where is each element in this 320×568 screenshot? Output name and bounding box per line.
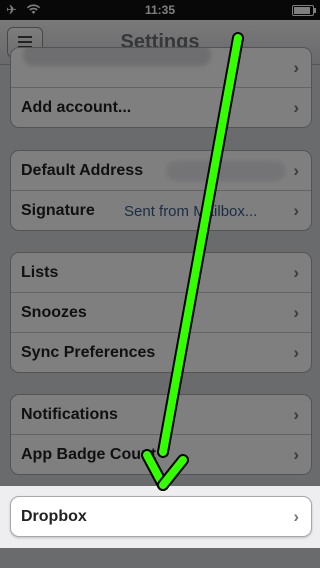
add-account-row[interactable]: Add account... › (11, 87, 311, 127)
chevron-right-icon: › (293, 507, 299, 526)
chevron-right-icon: › (293, 161, 299, 180)
notifications-group: Notifications › App Badge Count › (10, 394, 312, 475)
account-row[interactable]: › (11, 48, 311, 87)
chevron-right-icon: › (293, 405, 299, 424)
row-label: Notifications (21, 406, 118, 423)
redacted-account (23, 48, 211, 66)
row-label: Default Address (21, 162, 144, 179)
compose-group: Default Address › Signature Sent from Ma… (10, 150, 312, 231)
chevron-right-icon: › (293, 445, 299, 464)
chevron-right-icon: › (293, 303, 299, 322)
row-label: Sync Preferences (21, 344, 156, 361)
signature-value: Sent from Mailbox... (124, 203, 258, 220)
chevron-right-icon: › (293, 58, 299, 77)
row-label: Add account... (21, 99, 132, 116)
dropbox-group: Dropbox › (10, 496, 312, 537)
lists-row[interactable]: Lists › (11, 253, 311, 292)
status-bar: ✈ 11:35 (0, 0, 320, 20)
chevron-right-icon: › (293, 263, 299, 282)
row-label: Lists (21, 264, 59, 281)
lists-group: Lists › Snoozes › Sync Preferences › (10, 252, 312, 373)
row-label: Signature (21, 202, 95, 219)
row-label: Dropbox (21, 508, 87, 525)
dropbox-row[interactable]: Dropbox › (11, 497, 311, 536)
app-badge-count-row[interactable]: App Badge Count › (11, 434, 311, 474)
snoozes-row[interactable]: Snoozes › (11, 292, 311, 332)
accounts-group: › Add account... › (10, 47, 312, 128)
sync-preferences-row[interactable]: Sync Preferences › (11, 332, 311, 372)
status-time: 11:35 (144, 3, 176, 17)
signature-row[interactable]: Signature Sent from Mailbox... › (11, 190, 311, 230)
chevron-right-icon: › (293, 201, 299, 220)
notifications-row[interactable]: Notifications › (11, 395, 311, 434)
row-label: App Badge Count (21, 446, 157, 463)
chevron-right-icon: › (293, 343, 299, 362)
default-address-row[interactable]: Default Address › (11, 151, 311, 190)
row-label: Snoozes (21, 304, 87, 321)
highlighted-section: Dropbox › (0, 486, 320, 548)
redacted-address (166, 161, 286, 181)
battery-icon (292, 5, 316, 16)
chevron-right-icon: › (293, 98, 299, 117)
